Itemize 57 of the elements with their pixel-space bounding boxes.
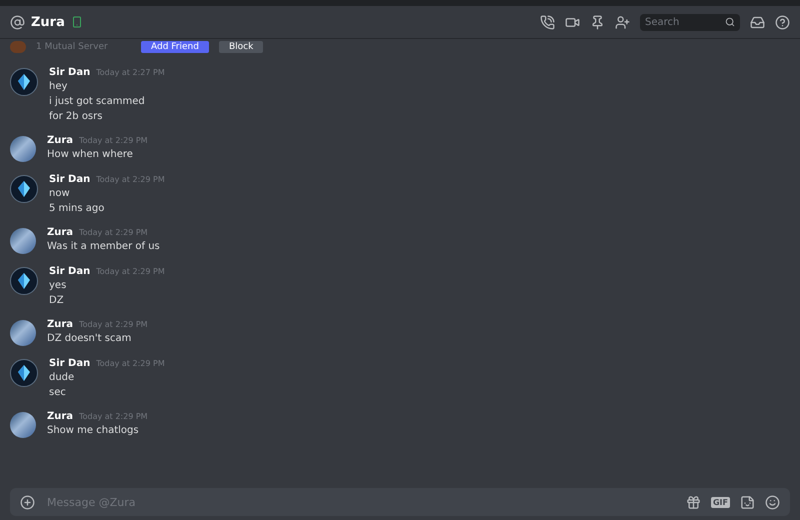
call-icon[interactable] (540, 14, 555, 30)
message-text: sec (49, 386, 67, 399)
message-text: DZ doesn't scam (47, 332, 132, 345)
timestamp: Today at 2:29 PM (96, 175, 165, 184)
crystal-icon (17, 181, 31, 197)
avatar (10, 136, 36, 162)
search-field[interactable]: Search (645, 16, 721, 28)
mutual-servers: 1 Mutual Server (36, 42, 109, 52)
timestamp: Today at 2:29 PM (79, 136, 148, 145)
message-text: Show me chatlogs (47, 424, 140, 437)
message-text: for 2b osrs (49, 110, 104, 123)
sticker-icon[interactable] (740, 494, 755, 510)
at-sign-icon (10, 14, 25, 30)
timestamp: Today at 2:29 PM (96, 359, 165, 368)
server-avatar (10, 41, 26, 53)
avatar (10, 228, 36, 254)
pin-icon[interactable] (590, 14, 605, 30)
message-text: How when where (47, 148, 134, 161)
search-icon (725, 17, 735, 27)
author-name: Sir Dan (49, 67, 90, 78)
avatar (10, 412, 36, 438)
search-bar[interactable]: Search (640, 14, 740, 30)
author-name: Sir Dan (49, 266, 90, 277)
message-text: Was it a member of us (47, 240, 160, 253)
author-name: Sir Dan (49, 174, 90, 185)
author-name: Zura (47, 411, 74, 422)
mobile-icon (70, 16, 83, 28)
add-friend-button[interactable]: Add Friend (141, 41, 209, 53)
add-user-icon[interactable] (615, 14, 630, 30)
chat-name: Zura (31, 14, 65, 30)
crystal-icon (17, 365, 31, 381)
crystal-icon (17, 273, 31, 289)
message-text: hey (49, 80, 68, 93)
message-text: yes (49, 279, 68, 292)
emoji-icon[interactable] (765, 494, 780, 510)
avatar (10, 320, 36, 346)
message-text: now (49, 187, 71, 200)
timestamp: Today at 2:29 PM (79, 228, 148, 237)
inbox-icon[interactable] (750, 14, 765, 30)
crystal-icon (17, 74, 31, 90)
timestamp: Today at 2:29 PM (96, 267, 165, 276)
timestamp: Today at 2:29 PM (79, 320, 148, 329)
author-name: Zura (47, 135, 74, 146)
message-text: i just got scammed (49, 95, 146, 108)
author-name: Zura (47, 319, 74, 330)
author-name: Zura (47, 227, 74, 238)
block-button[interactable]: Block (218, 41, 264, 53)
message-text: 5 mins ago (49, 202, 106, 215)
help-icon[interactable] (775, 14, 790, 30)
author-name: Sir Dan (49, 358, 90, 369)
message-text: dude (49, 371, 76, 384)
add-attachment-icon[interactable] (20, 494, 35, 510)
timestamp: Today at 2:27 PM (96, 68, 165, 77)
gif-button[interactable]: GIF (710, 496, 730, 508)
message-text: DZ (49, 294, 65, 307)
timestamp: Today at 2:29 PM (79, 412, 148, 421)
gift-icon[interactable] (686, 494, 701, 510)
